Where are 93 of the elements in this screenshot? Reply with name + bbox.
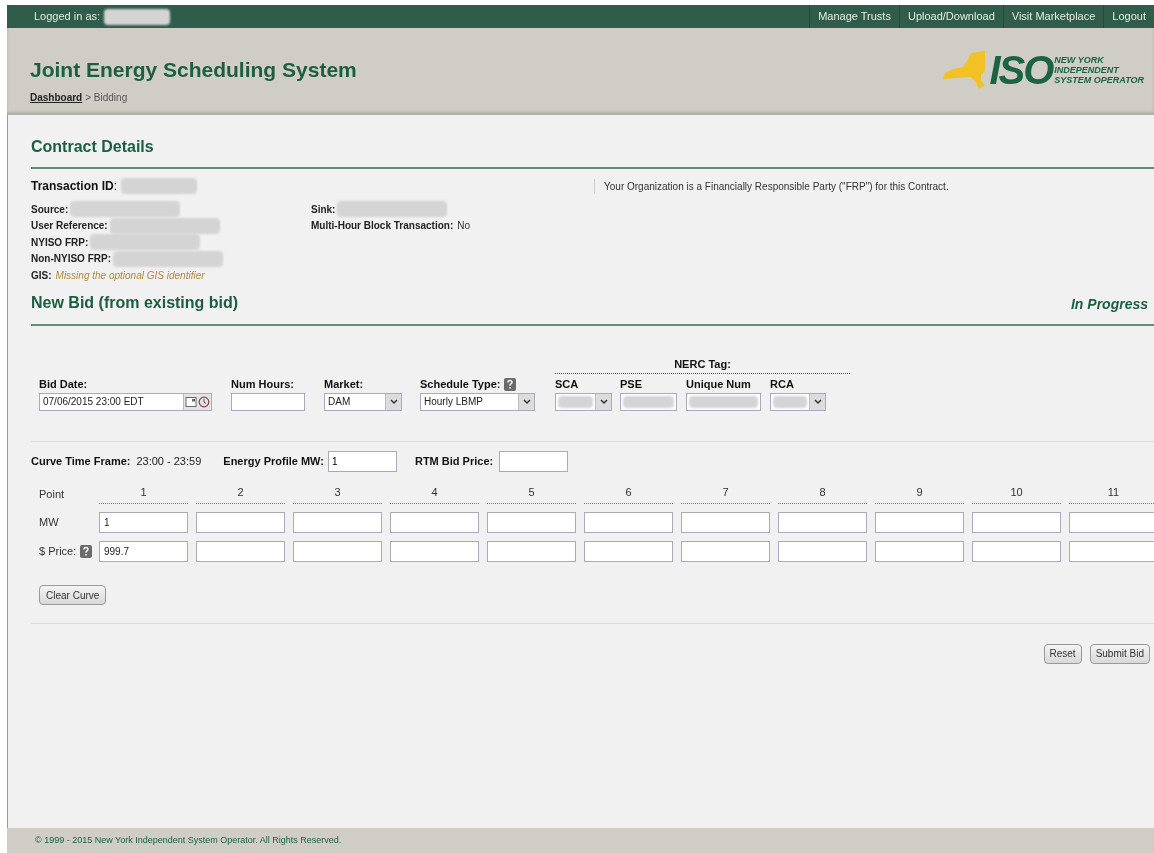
field-label: Energy Profile MW: bbox=[223, 453, 324, 469]
field-label: User Reference: bbox=[31, 219, 108, 234]
text-field[interactable] bbox=[972, 540, 1061, 562]
field-label: Unique Num bbox=[686, 376, 751, 392]
text-field[interactable]: 999.7 bbox=[99, 540, 188, 562]
field-label: Non-NYISO FRP: bbox=[31, 252, 111, 267]
field-label: Schedule Type: bbox=[420, 376, 501, 392]
text-field[interactable] bbox=[390, 511, 479, 533]
transaction-id-label: Transaction ID: bbox=[31, 178, 118, 195]
help-icon[interactable] bbox=[80, 544, 93, 558]
column-header: 6 bbox=[625, 486, 632, 498]
field-label: Bid Date: bbox=[39, 376, 88, 392]
text-field[interactable] bbox=[196, 540, 285, 562]
column-header: 1 bbox=[140, 486, 147, 498]
text-field[interactable]: 1 bbox=[327, 450, 397, 472]
text-field[interactable] bbox=[487, 511, 576, 533]
text-field[interactable] bbox=[875, 540, 964, 562]
logo-tagline: INDEPENDENT bbox=[1054, 65, 1121, 75]
copyright-text: © 1999 - 2015 New York Independent System Operator. All Rights Reserved. bbox=[35, 833, 342, 847]
field-label: Num Hours: bbox=[231, 376, 294, 392]
column-header: 4 bbox=[431, 486, 438, 498]
text-field[interactable] bbox=[196, 511, 285, 533]
column-header: 8 bbox=[819, 486, 826, 498]
column-header: 9 bbox=[916, 486, 923, 498]
field-label: NYISO FRP: bbox=[31, 235, 89, 250]
app-title: Joint Energy Scheduling System bbox=[30, 59, 357, 80]
text-field[interactable] bbox=[972, 511, 1061, 533]
section-heading: New Bid (from existing bid) bbox=[31, 292, 239, 313]
logged-in-label: Logged in as: bbox=[34, 9, 101, 25]
text-field[interactable]: 1 bbox=[99, 511, 188, 533]
row-label: $ Price: bbox=[39, 543, 77, 559]
field-value: No bbox=[457, 219, 471, 234]
group-label: NERC Tag: bbox=[674, 356, 731, 372]
text-field[interactable] bbox=[293, 540, 382, 562]
time-frame-value: 23:00 - 23:59 bbox=[136, 453, 202, 469]
text-field[interactable] bbox=[293, 511, 382, 533]
column-header: 7 bbox=[722, 486, 729, 498]
column-header: 3 bbox=[334, 486, 341, 498]
dropdown[interactable]: Hourly LBMP bbox=[420, 393, 535, 411]
text-field[interactable] bbox=[681, 511, 770, 533]
dropdown[interactable]: DAM bbox=[324, 393, 402, 411]
clock-icon[interactable] bbox=[198, 396, 210, 408]
frp-notice: Your Organization is a Financially Responsible Party ("FRP") for this Contract. bbox=[594, 178, 949, 194]
breadcrumb-text: > Bidding bbox=[85, 91, 128, 105]
row-label: MW bbox=[39, 514, 59, 530]
text-field[interactable] bbox=[584, 511, 673, 533]
redacted-value bbox=[104, 8, 171, 25]
text-field[interactable] bbox=[231, 393, 305, 411]
text-field[interactable] bbox=[499, 450, 569, 472]
column-header: 5 bbox=[528, 486, 535, 498]
status-label: In Progress bbox=[1070, 294, 1148, 314]
help-icon[interactable] bbox=[504, 377, 517, 391]
redacted-value bbox=[773, 396, 807, 408]
field-label: RCA bbox=[770, 376, 794, 392]
field-label: Market: bbox=[324, 376, 364, 392]
text-field[interactable] bbox=[778, 540, 867, 562]
column-header: 10 bbox=[1010, 486, 1023, 498]
section-heading: Contract Details bbox=[31, 137, 155, 157]
warning-note: Missing the optional GIS identifier bbox=[55, 268, 205, 283]
column-header: 11 bbox=[1107, 486, 1120, 498]
date-field[interactable]: 07/06/2015 23:00 EDT bbox=[39, 393, 212, 411]
text-field[interactable] bbox=[875, 511, 964, 533]
calendar-icon[interactable] bbox=[185, 396, 197, 408]
breadcrumb-link[interactable]: Dashboard bbox=[30, 90, 83, 105]
text-field[interactable] bbox=[1069, 511, 1154, 533]
action-button[interactable]: Reset bbox=[1043, 643, 1082, 664]
text-field[interactable] bbox=[620, 393, 677, 411]
field-label: GIS: bbox=[31, 268, 52, 283]
redacted-value bbox=[623, 396, 674, 408]
text-field[interactable] bbox=[487, 540, 576, 562]
field-label: Sink: bbox=[311, 202, 336, 217]
field-label: PSE bbox=[620, 376, 642, 392]
field-label: Source: bbox=[31, 202, 69, 217]
text-field[interactable] bbox=[1069, 540, 1154, 562]
field-label: RTM Bid Price: bbox=[414, 453, 494, 469]
logo-tagline: SYSTEM OPERATOR bbox=[1054, 75, 1144, 85]
text-field[interactable] bbox=[686, 393, 761, 411]
row-label: Point bbox=[39, 486, 66, 502]
logo-mark: ISO bbox=[989, 50, 1053, 90]
field-label: SCA bbox=[555, 376, 579, 392]
column-header: 2 bbox=[237, 486, 244, 498]
state-map-icon bbox=[941, 51, 988, 89]
text-field[interactable] bbox=[681, 540, 770, 562]
clear-curve-button[interactable]: Clear Curve bbox=[39, 585, 107, 605]
text-field[interactable] bbox=[778, 511, 867, 533]
text-field[interactable] bbox=[584, 540, 673, 562]
action-button[interactable]: Submit Bid bbox=[1089, 643, 1150, 664]
text-field[interactable] bbox=[390, 540, 479, 562]
field-label: Curve Time Frame: bbox=[31, 453, 131, 469]
logo-tagline: NEW YORK bbox=[1054, 55, 1105, 65]
redacted-value bbox=[558, 396, 593, 408]
field-label: Multi-Hour Block Transaction: bbox=[311, 219, 454, 234]
redacted-value bbox=[689, 396, 758, 408]
